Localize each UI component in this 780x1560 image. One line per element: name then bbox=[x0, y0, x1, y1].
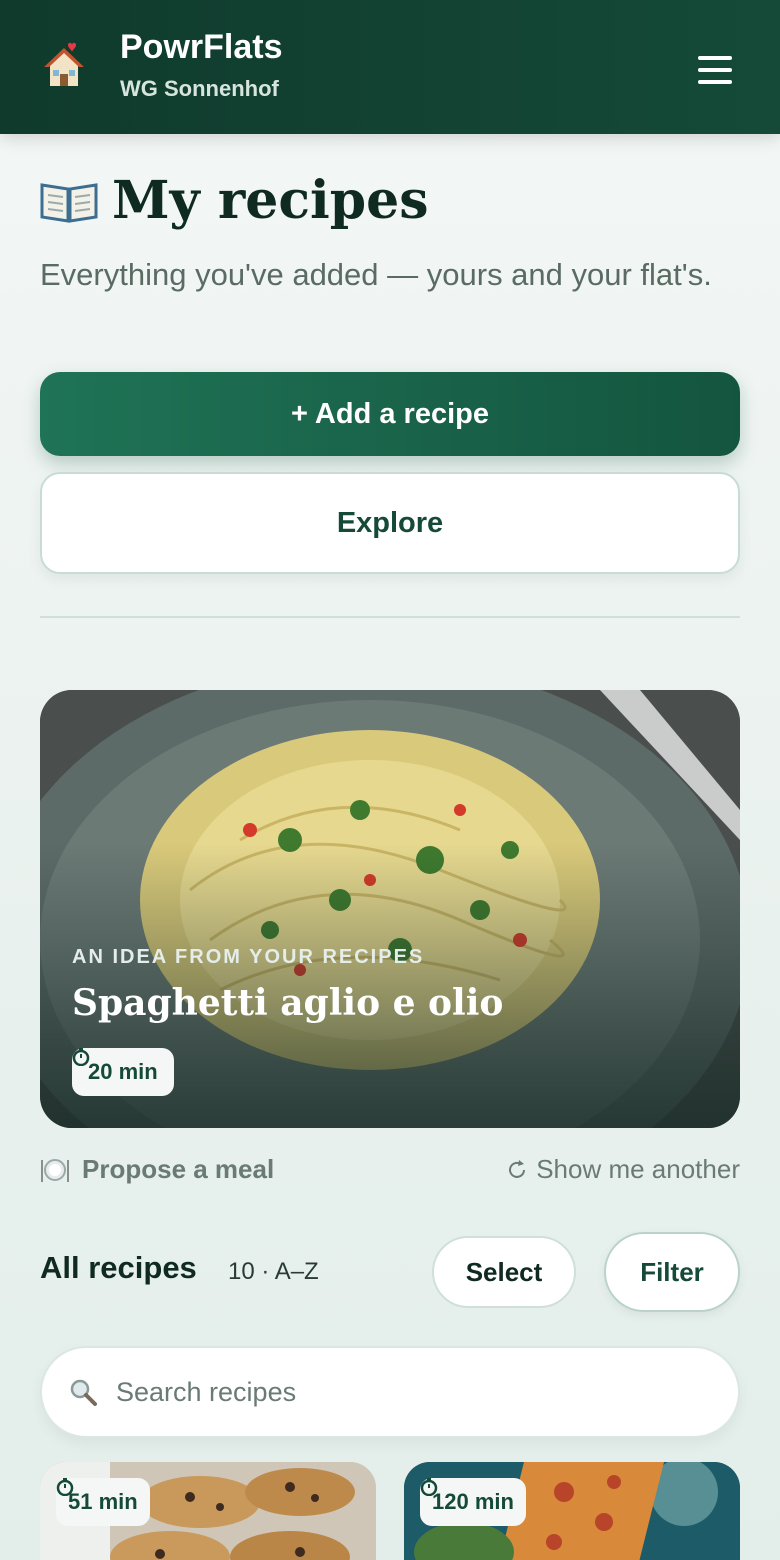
recipe-count-sort: 10 · A–Z bbox=[228, 1258, 319, 1285]
timer-icon bbox=[56, 1478, 74, 1496]
timer-icon bbox=[72, 1048, 90, 1066]
all-recipes-heading: All recipes bbox=[40, 1250, 197, 1285]
propose-meal-label: Propose a meal bbox=[82, 1154, 275, 1184]
timer-icon bbox=[420, 1478, 438, 1496]
show-another-label: Show me another bbox=[536, 1154, 740, 1184]
cook-time-badge: 51 min bbox=[56, 1478, 150, 1526]
house-with-heart-icon[interactable] bbox=[40, 42, 88, 90]
recipe-card[interactable]: 120 min bbox=[404, 1462, 740, 1560]
cook-time-badge: 20 min bbox=[72, 1048, 174, 1096]
app-brand: PowrFlats bbox=[120, 28, 283, 66]
open-book-icon bbox=[40, 182, 98, 223]
cook-time-badge: 120 min bbox=[420, 1478, 526, 1526]
recipe-card[interactable]: 51 min bbox=[40, 1462, 376, 1560]
hero-recipe-title: Spaghetti aglio e olio bbox=[72, 982, 504, 1024]
cook-time: 20 min bbox=[88, 1059, 158, 1084]
refresh-icon bbox=[509, 1159, 526, 1178]
show-another-button[interactable]: Show me another bbox=[506, 1154, 740, 1185]
hamburger-menu-icon[interactable] bbox=[698, 56, 732, 84]
page-subtitle: Everything you've added — yours and your… bbox=[40, 257, 712, 292]
cook-time: 120 min bbox=[432, 1489, 514, 1514]
select-button[interactable]: Select bbox=[432, 1236, 576, 1308]
menu-bar bbox=[698, 68, 732, 72]
divider bbox=[40, 616, 740, 618]
menu-bar bbox=[698, 56, 732, 60]
menu-bar bbox=[698, 80, 732, 84]
search-bar bbox=[40, 1346, 740, 1438]
flat-name: WG Sonnenhof bbox=[120, 76, 279, 101]
add-recipe-button[interactable]: + Add a recipe bbox=[40, 372, 740, 456]
plate-cutlery-icon bbox=[41, 1158, 69, 1182]
page-title: My recipes bbox=[112, 170, 429, 231]
app-header: PowrFlats WG Sonnenhof bbox=[0, 0, 780, 134]
hero-recipe-card[interactable]: AN IDEA FROM YOUR RECIPES Spaghetti agli… bbox=[40, 690, 740, 1128]
search-input[interactable] bbox=[116, 1376, 696, 1408]
page-title-row: My recipes bbox=[40, 170, 429, 231]
filter-button[interactable]: Filter bbox=[604, 1232, 740, 1312]
explore-button[interactable]: Explore bbox=[40, 472, 740, 574]
hero-kicker: AN IDEA FROM YOUR RECIPES bbox=[72, 946, 425, 968]
search-icon bbox=[70, 1379, 97, 1406]
propose-meal-button[interactable]: Propose a meal bbox=[40, 1154, 274, 1185]
cook-time: 51 min bbox=[68, 1489, 138, 1514]
